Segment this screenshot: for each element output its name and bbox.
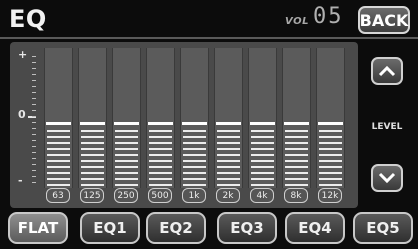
freq-label-63[interactable]: 63 bbox=[46, 188, 70, 203]
freq-label-8k[interactable]: 8k bbox=[284, 188, 308, 203]
band-knob bbox=[250, 122, 275, 125]
freq-label-4k[interactable]: 4k bbox=[250, 188, 274, 203]
preset-eq4-button[interactable]: EQ4 bbox=[285, 212, 345, 244]
band-level-bar bbox=[319, 126, 342, 186]
freq-label-2k[interactable]: 2k bbox=[216, 188, 240, 203]
band-slider-125[interactable] bbox=[78, 48, 107, 188]
level-control: LEVEL bbox=[367, 57, 407, 197]
band-knob bbox=[148, 122, 173, 125]
band-level-bar bbox=[81, 126, 104, 186]
band-level-bar bbox=[251, 126, 274, 186]
band-level-bar bbox=[285, 126, 308, 186]
band-slider-4k[interactable] bbox=[248, 48, 277, 188]
level-scale: + 0 - bbox=[14, 48, 38, 187]
preset-flat-button[interactable]: FLAT bbox=[8, 212, 68, 244]
level-down-button[interactable] bbox=[371, 164, 403, 192]
back-button[interactable]: BACK bbox=[358, 6, 410, 34]
chevron-up-icon bbox=[378, 65, 396, 77]
freq-label-1k[interactable]: 1k bbox=[182, 188, 206, 203]
header-divider bbox=[0, 37, 418, 39]
band-knob bbox=[318, 122, 343, 125]
freq-label-12k[interactable]: 12k bbox=[318, 188, 342, 203]
scale-plus-label: + bbox=[18, 48, 28, 61]
band-slider-8k[interactable] bbox=[282, 48, 311, 188]
chevron-down-icon bbox=[378, 172, 396, 184]
band-level-bar bbox=[115, 126, 138, 186]
band-knob bbox=[80, 122, 105, 125]
freq-label-125[interactable]: 125 bbox=[80, 188, 104, 203]
scale-zero-label: 0 bbox=[18, 108, 26, 121]
band-slider-1k[interactable] bbox=[180, 48, 209, 188]
freq-label-500[interactable]: 500 bbox=[148, 188, 172, 203]
preset-eq2-button[interactable]: EQ2 bbox=[146, 212, 206, 244]
preset-eq5-button[interactable]: EQ5 bbox=[353, 212, 413, 244]
band-knob bbox=[114, 122, 139, 125]
band-knob bbox=[182, 122, 207, 125]
band-slider-250[interactable] bbox=[112, 48, 141, 188]
scale-minus-label: - bbox=[18, 174, 23, 187]
band-slider-63[interactable] bbox=[44, 48, 73, 188]
band-slider-12k[interactable] bbox=[316, 48, 345, 188]
band-slider-2k[interactable] bbox=[214, 48, 243, 188]
band-level-bar bbox=[217, 126, 240, 186]
preset-eq3-button[interactable]: EQ3 bbox=[217, 212, 277, 244]
volume-value: 05 bbox=[313, 4, 344, 29]
screen-title: EQ bbox=[9, 5, 47, 33]
band-level-bar bbox=[183, 126, 206, 186]
scale-ticks bbox=[32, 56, 36, 184]
band-knob bbox=[46, 122, 71, 125]
freq-label-250[interactable]: 250 bbox=[114, 188, 138, 203]
band-knob bbox=[216, 122, 241, 125]
band-slider-500[interactable] bbox=[146, 48, 175, 188]
band-knob bbox=[284, 122, 309, 125]
preset-eq1-button[interactable]: EQ1 bbox=[80, 212, 140, 244]
level-label: LEVEL bbox=[371, 122, 403, 132]
band-level-bar bbox=[149, 126, 172, 186]
band-level-bar bbox=[47, 126, 70, 186]
volume-label: VOL bbox=[285, 16, 309, 27]
level-up-button[interactable] bbox=[371, 57, 403, 85]
